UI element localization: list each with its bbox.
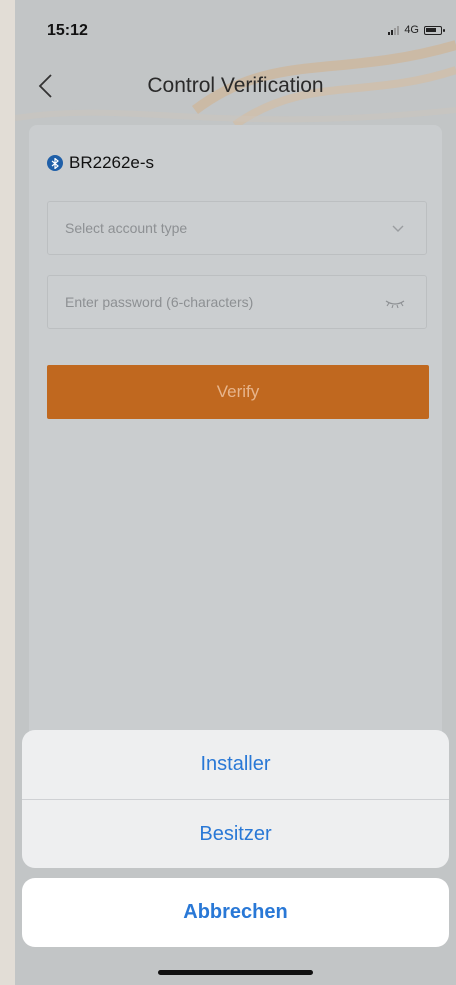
cancel-button[interactable]: Abbrechen bbox=[22, 878, 449, 947]
network-label: 4G bbox=[404, 24, 419, 36]
verify-button[interactable]: Verify bbox=[47, 365, 429, 419]
phone-screen: 15:12 4G Control Verification BR2262e-s … bbox=[15, 0, 456, 985]
battery-icon bbox=[424, 25, 445, 35]
device-name: BR2262e-s bbox=[69, 153, 155, 172]
home-indicator[interactable] bbox=[158, 970, 313, 975]
verification-card: BR2262e-s Select account type Enter pass… bbox=[29, 125, 442, 765]
option-besitzer[interactable]: Besitzer bbox=[22, 800, 449, 868]
chevron-down-icon bbox=[392, 225, 404, 232]
bluetooth-icon bbox=[47, 155, 63, 171]
option-installer[interactable]: Installer bbox=[22, 730, 449, 799]
page-title: Control Verification bbox=[147, 74, 324, 97]
status-indicators: 4G bbox=[388, 24, 445, 36]
password-placeholder: Enter password (6-characters) bbox=[65, 294, 254, 310]
navigation-bar: Control Verification bbox=[15, 64, 456, 110]
account-type-placeholder: Select account type bbox=[65, 220, 188, 236]
account-type-select[interactable]: Select account type bbox=[47, 201, 427, 255]
device-row: BR2262e-s bbox=[47, 153, 154, 173]
status-bar: 15:12 4G bbox=[15, 0, 456, 64]
signal-icon bbox=[388, 25, 400, 35]
eye-closed-icon[interactable] bbox=[384, 294, 406, 310]
account-type-action-sheet: Installer Besitzer bbox=[22, 730, 449, 868]
status-time: 15:12 bbox=[47, 22, 88, 39]
password-field[interactable]: Enter password (6-characters) bbox=[47, 275, 427, 329]
